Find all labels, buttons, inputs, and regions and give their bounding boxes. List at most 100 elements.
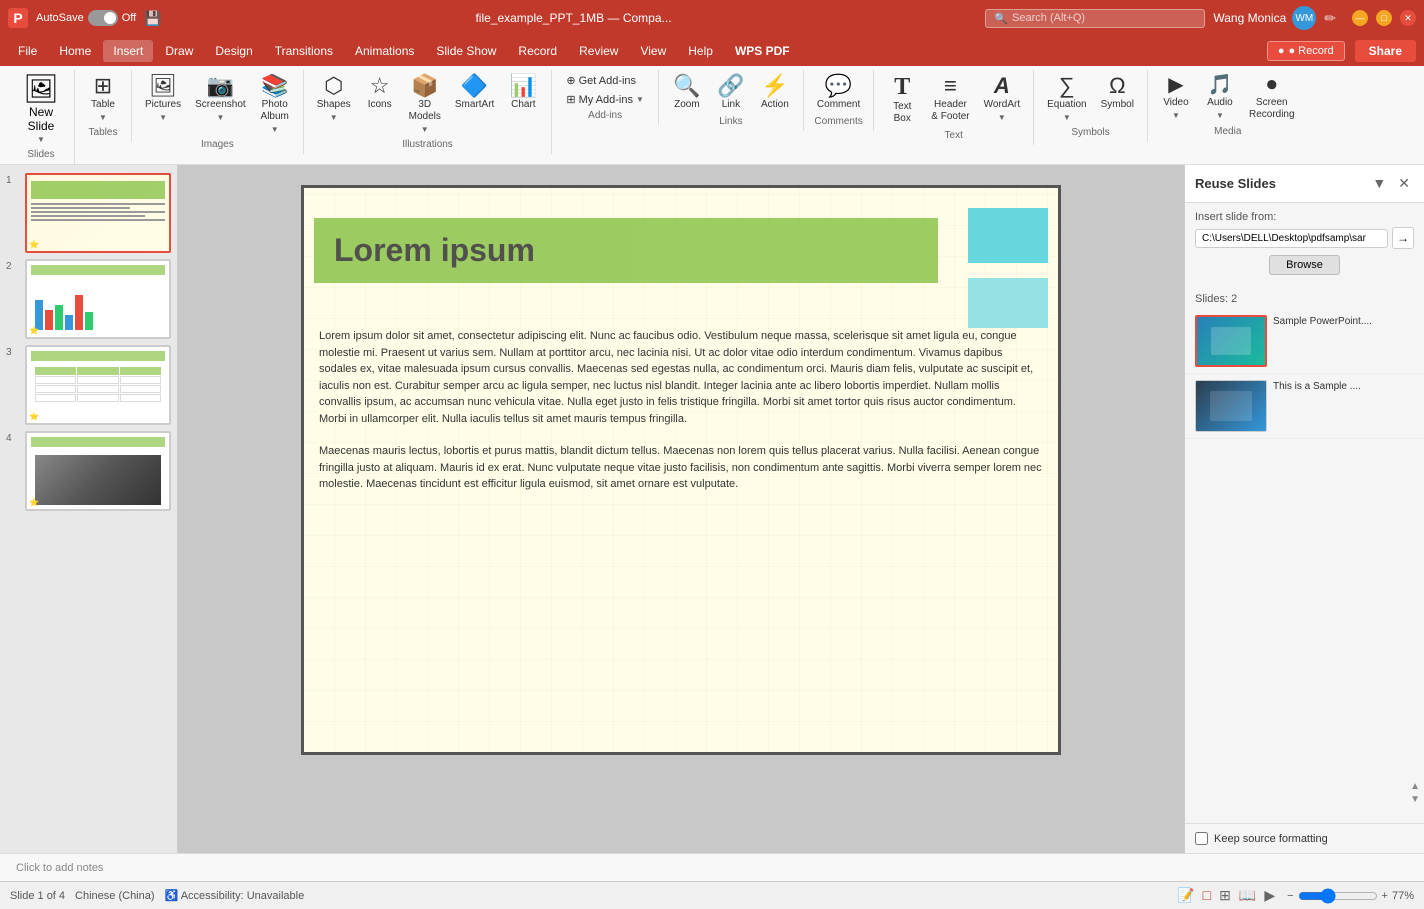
menu-item-help[interactable]: Help xyxy=(678,40,723,62)
reuse-path-arrow-button[interactable]: → xyxy=(1392,227,1414,249)
slide-img-3[interactable]: ⭐ xyxy=(25,345,171,425)
menu-item-wps-pdf[interactable]: WPS PDF xyxy=(725,40,800,62)
menu-item-file[interactable]: File xyxy=(8,40,47,62)
search-input[interactable] xyxy=(1012,12,1162,24)
media-group-label: Media xyxy=(1214,126,1241,137)
audio-button[interactable]: 🎵 Audio ▼ xyxy=(1200,72,1240,123)
photo-album-button[interactable]: 📚 PhotoAlbum ▼ xyxy=(255,72,295,137)
chart-button[interactable]: 📊 Chart xyxy=(503,72,543,114)
new-slide-button[interactable]: 🖼 NewSlide ▼ xyxy=(16,72,66,147)
menu-item-view[interactable]: View xyxy=(630,40,676,62)
slide-thumb-1[interactable]: 1 ⭐ xyxy=(6,173,171,253)
action-button[interactable]: ⚡ Action xyxy=(755,72,795,114)
screenshot-button[interactable]: 📷 Screenshot ▼ xyxy=(190,72,251,125)
menu-item-home[interactable]: Home xyxy=(49,40,101,62)
get-addins-button[interactable]: ⊕ Get Add-ins xyxy=(560,72,650,89)
slide-img-4[interactable]: ⭐ xyxy=(25,431,171,511)
icons-button[interactable]: ☆ Icons xyxy=(360,72,400,114)
slide-decoration-box2 xyxy=(968,278,1048,328)
zoom-slider[interactable] xyxy=(1298,888,1378,904)
header-footer-button[interactable]: ≡ Header& Footer xyxy=(926,72,974,126)
status-bar: Slide 1 of 4 Chinese (China) ♿ Accessibi… xyxy=(0,881,1424,909)
reuse-panel-close-icon[interactable]: ✕ xyxy=(1394,173,1414,194)
save-icon[interactable]: 💾 xyxy=(144,10,161,27)
slide-num-4: 4 xyxy=(6,431,20,444)
equation-icon: ∑ xyxy=(1059,75,1075,97)
slide-title-banner[interactable]: Lorem ipsum xyxy=(314,218,938,283)
search-box[interactable]: 🔍 xyxy=(985,9,1205,28)
pictures-button[interactable]: 🖼 Pictures ▼ xyxy=(140,72,186,125)
link-button[interactable]: 🔗 Link xyxy=(711,72,751,114)
panel-scroll-arrows: ▲ ▼ xyxy=(1410,781,1420,805)
normal-view-button[interactable]: □ xyxy=(1201,885,1213,906)
zoom-button[interactable]: 🔍 Zoom xyxy=(667,72,707,114)
smartart-button[interactable]: 🔷 SmartArt xyxy=(450,72,499,114)
wordart-button[interactable]: A WordArt ▼ xyxy=(979,72,1026,125)
panel-scroll-up-arrow[interactable]: ▲ xyxy=(1410,781,1420,792)
menu-item-transitions[interactable]: Transitions xyxy=(265,40,343,62)
reuse-browse-button[interactable]: Browse xyxy=(1269,255,1340,275)
comment-button[interactable]: 💬 Comment xyxy=(812,72,865,114)
symbol-button[interactable]: Ω Symbol xyxy=(1096,72,1139,114)
slide-star-4: ⭐ xyxy=(29,498,39,507)
equation-button[interactable]: ∑ Equation ▼ xyxy=(1042,72,1091,125)
zoom-level: 77% xyxy=(1392,890,1414,902)
photo-album-dropdown-arrow: ▼ xyxy=(271,125,279,134)
slide-thumb-2[interactable]: 2 ⭐ xyxy=(6,259,171,339)
shapes-icon: ⬡ xyxy=(324,75,343,97)
screen-recording-button[interactable]: ⏺ ScreenRecording xyxy=(1244,72,1300,124)
pencil-icon[interactable]: ✏ xyxy=(1324,10,1336,27)
menu-item-insert[interactable]: Insert xyxy=(103,40,153,62)
table-button[interactable]: ⊞ Table ▼ xyxy=(83,72,123,125)
reuse-slide-item-2[interactable]: This is a Sample .... xyxy=(1185,374,1424,439)
accessibility-icon: ♿ xyxy=(165,890,179,902)
reuse-slide-item-1[interactable]: Sample PowerPoint.... xyxy=(1185,309,1424,374)
menu-item-slideshow[interactable]: Slide Show xyxy=(426,40,506,62)
record-button[interactable]: ● ● Record xyxy=(1267,41,1345,61)
reading-view-button[interactable]: 📖 xyxy=(1237,885,1258,906)
close-button[interactable]: ✕ xyxy=(1400,10,1416,26)
keep-formatting-checkbox[interactable] xyxy=(1195,832,1208,845)
slide-img-2[interactable]: ⭐ xyxy=(25,259,171,339)
comment-icon: 💬 xyxy=(825,75,852,97)
minimize-button[interactable]: — xyxy=(1352,10,1368,26)
zoom-in-icon[interactable]: + xyxy=(1382,890,1388,902)
panel-scroll-down-arrow[interactable]: ▼ xyxy=(1410,794,1420,805)
my-addins-icon: ⊞ xyxy=(566,93,575,106)
slide-img-1[interactable]: ⭐ xyxy=(25,173,171,253)
slide-canvas[interactable]: Lorem ipsum Lorem ipsum dolor sit amet, … xyxy=(301,185,1061,755)
shapes-button[interactable]: ⬡ Shapes ▼ xyxy=(312,72,356,125)
canvas-area[interactable]: Lorem ipsum Lorem ipsum dolor sit amet, … xyxy=(178,165,1184,853)
text-box-button[interactable]: T TextBox xyxy=(882,72,922,128)
slide-text-content[interactable]: Lorem ipsum dolor sit amet, consectetur … xyxy=(319,328,1043,493)
slide-sorter-button[interactable]: ⊞ xyxy=(1217,885,1233,906)
reuse-panel-collapse-icon[interactable]: ▼ xyxy=(1368,173,1390,194)
notes-area[interactable]: Click to add notes xyxy=(0,853,1424,881)
shapes-dropdown-arrow: ▼ xyxy=(330,113,338,122)
text-box-icon: T xyxy=(894,75,910,99)
slide-star-2: ⭐ xyxy=(29,326,39,335)
video-button[interactable]: ▶ Video ▼ xyxy=(1156,72,1196,123)
reuse-path-input[interactable]: C:\Users\DELL\Desktop\pdfsamp\sar xyxy=(1195,229,1388,248)
menu-item-draw[interactable]: Draw xyxy=(155,40,203,62)
menu-item-animations[interactable]: Animations xyxy=(345,40,424,62)
3d-models-button[interactable]: 📦 3DModels ▼ xyxy=(404,72,446,137)
share-button[interactable]: Share xyxy=(1355,40,1416,62)
maximize-button[interactable]: □ xyxy=(1376,10,1392,26)
zoom-out-icon[interactable]: − xyxy=(1287,890,1293,902)
slide-thumb-4[interactable]: 4 ⭐ xyxy=(6,431,171,511)
notes-view-button[interactable]: 📝 xyxy=(1175,885,1196,906)
3d-models-label: 3DModels xyxy=(409,99,441,123)
menu-item-record[interactable]: Record xyxy=(508,40,567,62)
autosave-toggle[interactable] xyxy=(88,10,118,26)
my-addins-button[interactable]: ⊞ My Add-ins ▼ xyxy=(560,91,650,108)
menu-item-design[interactable]: Design xyxy=(205,40,262,62)
slide-thumb-3[interactable]: 3 ⭐ xyxy=(6,345,171,425)
audio-label: Audio xyxy=(1207,97,1233,109)
smartart-label: SmartArt xyxy=(455,99,494,111)
slideshow-button[interactable]: ▶ xyxy=(1262,885,1277,906)
record-dot-icon: ● xyxy=(1278,45,1285,57)
tables-group-label: Tables xyxy=(89,127,118,138)
slide-title: Lorem ipsum xyxy=(334,232,535,268)
menu-item-review[interactable]: Review xyxy=(569,40,628,62)
